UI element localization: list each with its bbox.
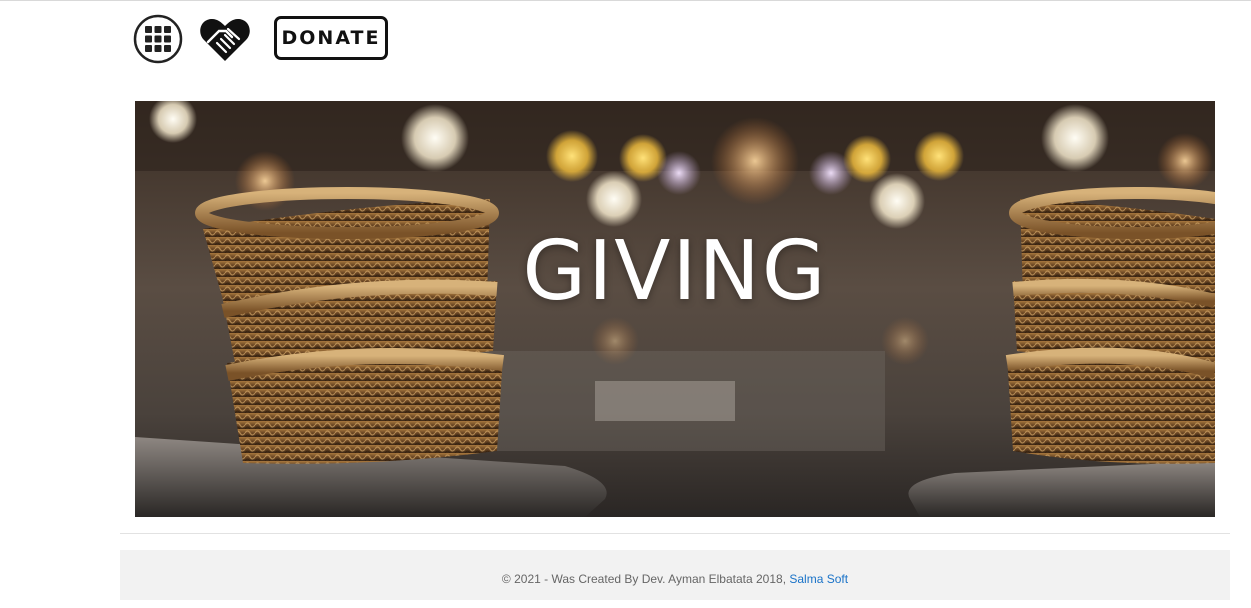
top-divider — [0, 0, 1251, 1]
donate-button[interactable]: DONATE — [274, 16, 388, 60]
footer-divider — [120, 533, 1230, 534]
salma-soft-link[interactable]: Salma Soft — [789, 572, 848, 586]
giving-banner: GIVING — [135, 101, 1215, 517]
grid-menu-button[interactable] — [133, 14, 183, 64]
charity-button[interactable] — [199, 17, 251, 63]
heart-handshake-icon — [200, 18, 250, 61]
grid-icon — [133, 14, 183, 64]
footer: © 2021 - Was Created By Dev. Ayman Elbat… — [120, 550, 1230, 600]
footer-copyright: © 2021 - Was Created By Dev. Ayman Elbat… — [501, 572, 790, 586]
banner-title: GIVING — [522, 224, 828, 319]
